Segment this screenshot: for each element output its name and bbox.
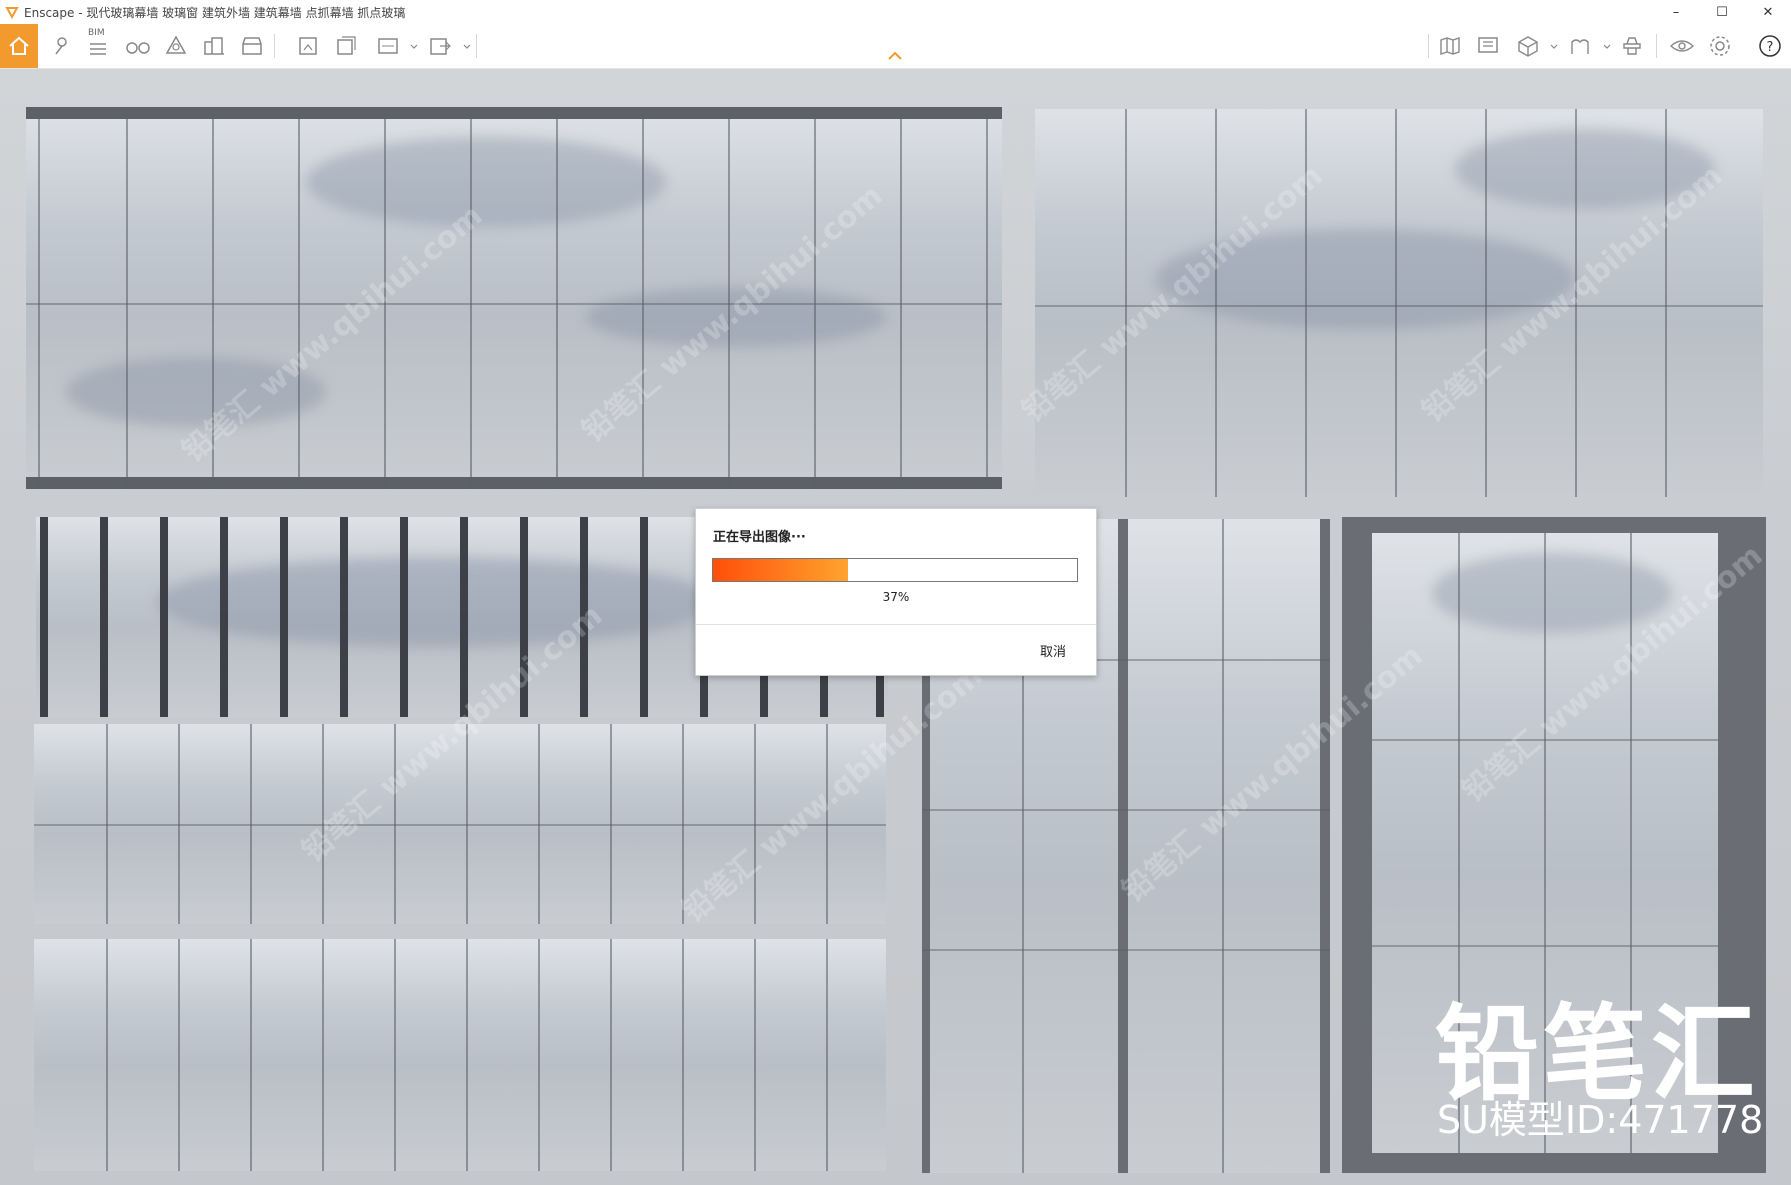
toolbar-separator	[274, 34, 275, 58]
video-editor-button[interactable]	[234, 28, 270, 64]
model-id-text: SU模型ID:471778	[1437, 1098, 1764, 1142]
main-toolbar: BIM ?	[0, 24, 1791, 69]
cancel-button[interactable]: 取消	[1040, 641, 1066, 660]
billboard-button[interactable]	[1470, 28, 1506, 64]
bim-label: BIM	[88, 28, 105, 38]
asset-library-button[interactable]	[158, 28, 194, 64]
export-progress-dialog: 正在导出图像··· 37% 取消	[695, 508, 1097, 676]
clapboard-icon	[242, 37, 262, 55]
glass-wall-bottom-left	[34, 939, 886, 1171]
export-exe-icon	[430, 38, 451, 55]
asset-library-icon	[165, 35, 187, 54]
help-icon: ?	[1759, 35, 1781, 57]
window-controls: – ☐ ✕	[1653, 0, 1791, 24]
buildings-icon	[204, 37, 224, 55]
render-image-button[interactable]	[290, 28, 326, 64]
toolbar-separator	[476, 34, 477, 58]
svg-text:?: ?	[1767, 40, 1774, 55]
batch-render-button[interactable]	[328, 28, 364, 64]
enscape-logo-icon	[5, 7, 19, 19]
home-icon	[9, 36, 29, 55]
visibility-eye-icon	[1669, 40, 1695, 52]
window-title: Enscape - 现代玻璃幕墙 玻璃窗 建筑外墙 建筑幕墙 点抓幕墙 抓点玻璃	[24, 5, 406, 20]
gear-icon	[1710, 36, 1730, 56]
batch-render-icon	[337, 36, 356, 55]
progress-bar	[712, 558, 1078, 582]
chevron-down-icon[interactable]	[1602, 42, 1612, 52]
chevron-down-icon[interactable]	[462, 42, 472, 52]
view-cube-button[interactable]	[1510, 28, 1546, 64]
dialog-title: 正在导出图像···	[713, 530, 806, 545]
progress-percent: 37%	[882, 590, 910, 604]
panorama-360-icon	[378, 38, 398, 54]
map-pin-icon	[55, 37, 67, 55]
collapse-toolbar-icon[interactable]	[886, 50, 904, 62]
help-button[interactable]: ?	[1752, 28, 1788, 64]
cube-icon	[1518, 36, 1538, 57]
settings-button[interactable]	[1702, 28, 1738, 64]
maximize-button[interactable]: ☐	[1699, 0, 1745, 24]
toolbar-separator	[1428, 34, 1429, 58]
walk-mode-button[interactable]	[120, 28, 156, 64]
title-bar: Enscape - 现代玻璃幕墙 玻璃窗 建筑外墙 建筑幕墙 点抓幕墙 抓点玻璃…	[0, 0, 1791, 24]
curtain-wall-top-left	[26, 107, 1002, 489]
chevron-down-icon[interactable]	[409, 42, 419, 52]
toolbar-separator	[1656, 34, 1657, 58]
upload-button[interactable]	[1614, 28, 1650, 64]
map-icon	[1440, 37, 1460, 55]
view-management-button[interactable]	[42, 28, 78, 64]
billboard-icon	[1478, 37, 1498, 53]
export-exe-button[interactable]	[422, 28, 458, 64]
close-button[interactable]: ✕	[1745, 0, 1791, 24]
settings-hat-icon	[1623, 37, 1641, 55]
render-image-icon	[299, 37, 317, 55]
visual-settings-button[interactable]	[1664, 28, 1700, 64]
minimize-button[interactable]: –	[1653, 0, 1699, 24]
atlas-icon	[1571, 39, 1589, 54]
atlas-button[interactable]	[1562, 28, 1598, 64]
chevron-down-icon[interactable]	[1549, 42, 1559, 52]
panorama-button[interactable]	[370, 28, 406, 64]
dialog-divider	[696, 624, 1096, 625]
home-button[interactable]	[0, 24, 38, 68]
map-button[interactable]	[1432, 28, 1468, 64]
buildings-button[interactable]	[196, 28, 232, 64]
binoculars-icon	[126, 42, 150, 54]
progress-bar-fill	[713, 559, 848, 581]
